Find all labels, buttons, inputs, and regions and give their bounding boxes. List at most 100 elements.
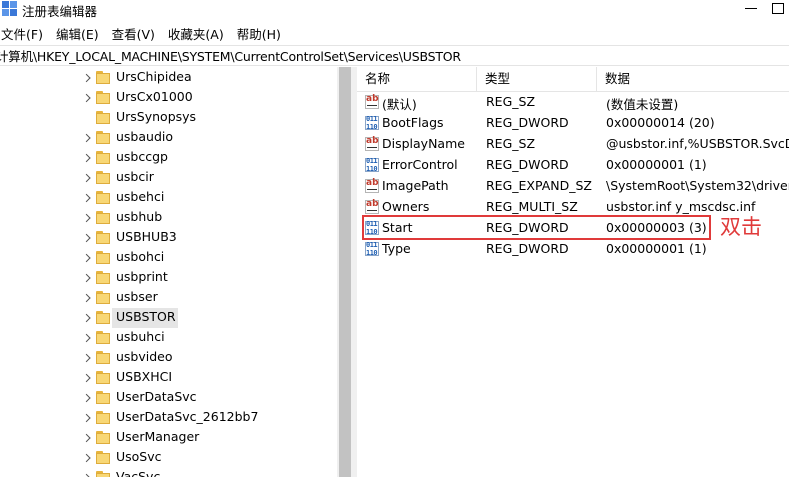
tree-item-label: UrsCx01000: [116, 89, 193, 104]
value-row[interactable]: ab ImagePath REG_EXPAND_SZ \SystemRoot\Syst…: [357, 176, 789, 197]
tree-item-label: USBXHCI: [116, 369, 173, 384]
tree-item[interactable]: UrsCx01000: [0, 88, 337, 108]
value-data: 0x00000001 (1): [606, 157, 707, 172]
value-row[interactable]: 011 110 BootFlags REG_DWORD 0x00000014 (20): [357, 113, 789, 134]
folder-icon: [96, 171, 110, 184]
address-bar[interactable]: 计算机\HKEY_LOCAL_MACHINE\SYSTEM\CurrentCon…: [0, 45, 789, 66]
tree-item[interactable]: usbser: [0, 288, 337, 308]
tree-item[interactable]: VacSvc: [0, 468, 337, 477]
tree-item[interactable]: USBHUB3: [0, 228, 337, 248]
key-tree[interactable]: UrsChipidea UrsCx01000 UrsSynopsys usbaudio…: [0, 67, 353, 477]
address-path[interactable]: 计算机\HKEY_LOCAL_MACHINE\SYSTEM\CurrentCon…: [0, 46, 461, 65]
chevron-right-icon[interactable]: [83, 454, 89, 463]
tree-item-label: usbaudio: [116, 129, 174, 144]
folder-icon: [96, 331, 110, 344]
chevron-right-icon[interactable]: [83, 334, 89, 343]
value-name: (默认): [382, 97, 417, 112]
tree-item-label: UrsSynopsys: [116, 109, 197, 124]
column-header-name[interactable]: 名称: [357, 67, 477, 91]
chevron-right-icon[interactable]: [83, 394, 89, 403]
tree-item[interactable]: usbehci: [0, 188, 337, 208]
tree-item-label: usbccgp: [116, 149, 168, 164]
tree-item[interactable]: usbvideo: [0, 348, 337, 368]
tree-item[interactable]: usbuhci: [0, 328, 337, 348]
tree-item[interactable]: UserDataSvc_2612bb7: [0, 408, 337, 428]
maximize-icon[interactable]: [772, 3, 784, 14]
tree-item[interactable]: usbohci: [0, 248, 337, 268]
menu-view[interactable]: 查看(V): [112, 24, 155, 43]
value-row[interactable]: 011 110 ErrorControl REG_DWORD 0x00000001 (1…: [357, 155, 789, 176]
tree-item[interactable]: USBXHCI: [0, 368, 337, 388]
tree-item-label: UrsChipidea: [116, 69, 192, 84]
chevron-right-icon[interactable]: [83, 74, 89, 83]
chevron-right-icon[interactable]: [83, 254, 89, 263]
tree-item-label: USBHUB3: [116, 229, 177, 244]
chevron-right-icon[interactable]: [83, 374, 89, 383]
chevron-right-icon[interactable]: [83, 314, 89, 323]
value-row[interactable]: 011 110 Type REG_DWORD 0x00000001 (1): [357, 239, 789, 260]
tree-scrollbar[interactable]: [337, 67, 353, 477]
column-header-data[interactable]: 数据: [597, 67, 789, 91]
menu-help[interactable]: 帮助(H): [237, 24, 281, 43]
chevron-right-icon[interactable]: [83, 194, 89, 203]
folder-icon: [96, 371, 110, 384]
tree-item[interactable]: usbprint: [0, 268, 337, 288]
folder-icon: [96, 111, 110, 124]
folder-icon: [96, 311, 110, 324]
chevron-right-icon[interactable]: [83, 154, 89, 163]
tree-item[interactable]: UrsChipidea: [0, 68, 337, 88]
tree-item[interactable]: USBSTOR: [0, 308, 337, 328]
tree-item[interactable]: usbccgp: [0, 148, 337, 168]
chevron-right-icon[interactable]: [83, 174, 89, 183]
tree-item[interactable]: UserDataSvc: [0, 388, 337, 408]
menu-favorites[interactable]: 收藏夹(A): [168, 24, 224, 43]
tree-item[interactable]: UsoSvc: [0, 448, 337, 468]
tree-item-label: usbser: [116, 289, 158, 304]
value-data: \SystemRoot\System32\drivers\usbstor.sys: [606, 178, 789, 193]
value-row[interactable]: ab DisplayName REG_SZ @usbstor.inf,%USBSTOR…: [357, 134, 789, 155]
value-row[interactable]: ab (默认) REG_SZ (数值未设置): [357, 92, 789, 113]
tree-item-label: USBSTOR: [116, 309, 176, 324]
folder-icon: [96, 271, 110, 284]
folder-icon: [96, 151, 110, 164]
folder-icon: [96, 91, 110, 104]
value-data: 0x00000014 (20): [606, 115, 715, 130]
tree-scrollbar-thumb[interactable]: [339, 67, 351, 477]
folder-icon: [96, 351, 110, 364]
chevron-right-icon[interactable]: [83, 434, 89, 443]
folder-icon: [96, 251, 110, 264]
values-list[interactable]: 名称 类型 数据 ab (默认) REG_SZ (数值未设置) 011 110 BootFl…: [357, 67, 789, 477]
chevron-right-icon[interactable]: [83, 414, 89, 423]
minimize-icon[interactable]: [744, 2, 758, 14]
tree-item-label: usbhub: [116, 209, 163, 224]
tree-item[interactable]: usbhub: [0, 208, 337, 228]
chevron-right-icon[interactable]: [83, 214, 89, 223]
chevron-right-icon[interactable]: [83, 354, 89, 363]
value-type: REG_SZ: [486, 136, 536, 151]
value-type: REG_DWORD: [486, 115, 569, 130]
value-name: BootFlags: [382, 115, 444, 130]
chevron-right-icon[interactable]: [83, 134, 89, 143]
value-type: REG_DWORD: [486, 241, 569, 256]
title-bar: 注册表编辑器: [0, 0, 789, 20]
value-name: Type: [382, 241, 411, 256]
chevron-right-icon[interactable]: [83, 94, 89, 103]
tree-item[interactable]: usbcir: [0, 168, 337, 188]
value-type: REG_SZ: [486, 94, 536, 109]
chevron-right-icon[interactable]: [83, 274, 89, 283]
menu-edit[interactable]: 编辑(E): [56, 24, 99, 43]
tree-item[interactable]: UrsSynopsys: [0, 108, 337, 128]
menu-file[interactable]: 文件(F): [1, 24, 43, 43]
chevron-right-icon[interactable]: [83, 294, 89, 303]
tree-item-label: UserDataSvc: [116, 389, 197, 404]
tree-item[interactable]: UserManager: [0, 428, 337, 448]
string-value-icon: ab: [365, 136, 379, 151]
folder-icon: [96, 291, 110, 304]
tree-item[interactable]: usbaudio: [0, 128, 337, 148]
column-header-type[interactable]: 类型: [477, 67, 597, 91]
folder-icon: [96, 211, 110, 224]
folder-icon: [96, 71, 110, 84]
value-name: DisplayName: [382, 136, 465, 151]
value-data: 0x00000001 (1): [606, 241, 707, 256]
chevron-right-icon[interactable]: [83, 234, 89, 243]
